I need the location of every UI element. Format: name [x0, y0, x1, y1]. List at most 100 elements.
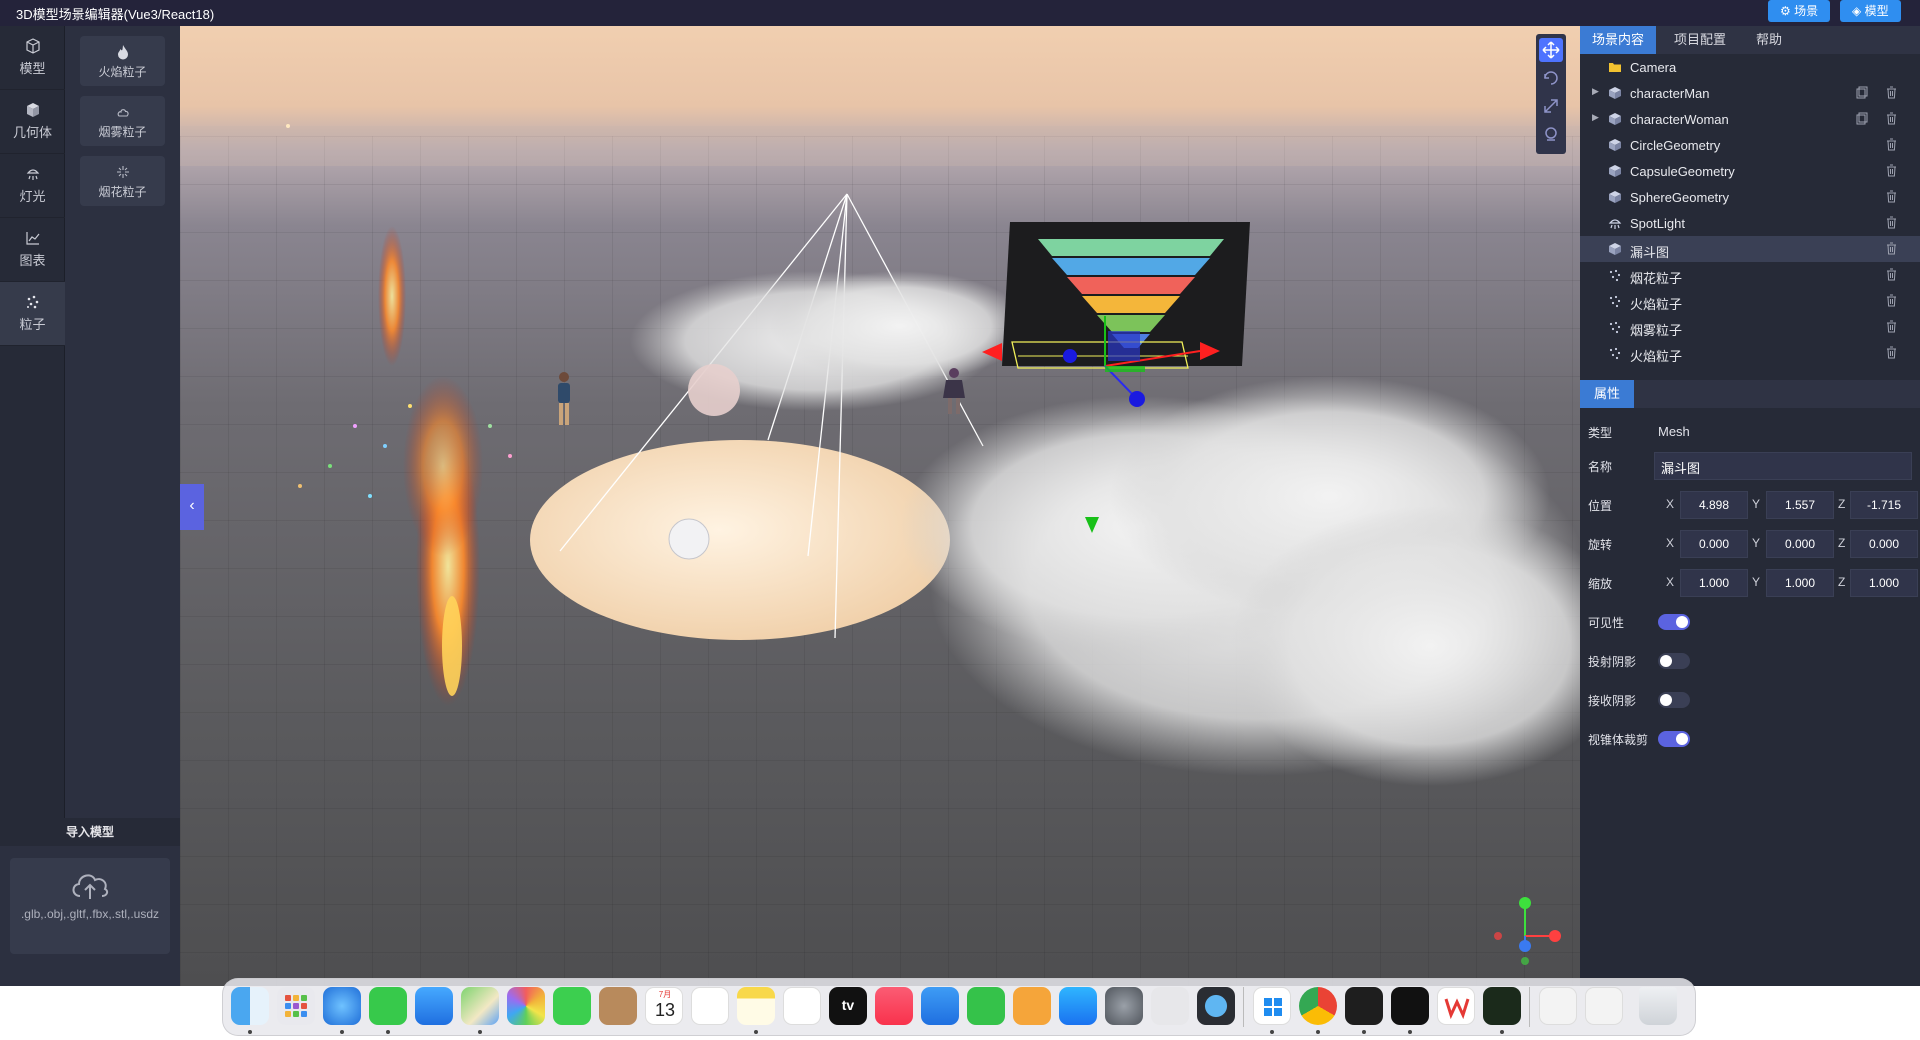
freeform-icon[interactable]	[783, 987, 821, 1025]
expand-arrow-icon[interactable]: ▶	[1592, 86, 1599, 97]
trash-bin-icon[interactable]	[1639, 987, 1677, 1025]
firework-particle-item[interactable]: 烟花粒子	[80, 156, 165, 206]
iphone-mirroring-icon[interactable]	[1151, 987, 1189, 1025]
scale-z-input[interactable]: 1.000	[1850, 569, 1918, 597]
app-store-icon[interactable]	[1059, 987, 1097, 1025]
scale-x-input[interactable]: 1.000	[1680, 569, 1748, 597]
prop-receive-shadow-row: 接收阴影	[1580, 684, 1920, 716]
move-tool-button[interactable]	[1539, 38, 1563, 62]
rotation-x-input[interactable]: 0.000	[1680, 530, 1748, 558]
music-icon[interactable]	[875, 987, 913, 1025]
tree-item-firework-particles[interactable]: 烟花粒子	[1580, 262, 1920, 288]
tree-item-spotlight[interactable]: SpotLight	[1580, 210, 1920, 236]
trash-icon[interactable]	[1886, 112, 1897, 125]
tree-item-flame-particles[interactable]: 火焰粒子	[1580, 288, 1920, 314]
keynote-icon[interactable]	[921, 987, 959, 1025]
reminders-icon[interactable]	[691, 987, 729, 1025]
tab-project-config[interactable]: 项目配置	[1662, 26, 1738, 54]
tab-help[interactable]: 帮助	[1744, 26, 1794, 54]
pages-icon[interactable]	[1013, 987, 1051, 1025]
collapse-left-panel-button[interactable]: ‹	[180, 484, 204, 530]
maps-icon[interactable]	[461, 987, 499, 1025]
trash-icon[interactable]	[1886, 294, 1897, 307]
system-settings-icon[interactable]	[1105, 987, 1143, 1025]
expand-arrow-icon[interactable]: ▶	[1592, 112, 1599, 123]
finder-icon[interactable]	[231, 987, 269, 1025]
trash-icon[interactable]	[1886, 190, 1897, 203]
frustum-culling-toggle[interactable]	[1658, 731, 1690, 747]
contacts-icon[interactable]	[599, 987, 637, 1025]
grid-icon	[285, 995, 307, 1017]
photos-icon[interactable]	[507, 987, 545, 1025]
rotation-y-input[interactable]: 0.000	[1766, 530, 1834, 558]
trash-icon[interactable]	[1886, 164, 1897, 177]
screenshot-icon[interactable]	[1585, 987, 1623, 1025]
scene-button[interactable]: ⚙ 场景	[1768, 0, 1831, 22]
tree-item-camera[interactable]: Camera	[1580, 54, 1920, 80]
numbers-icon[interactable]	[967, 987, 1005, 1025]
nav-item-particles[interactable]: 粒子	[0, 282, 65, 346]
quicktime-icon[interactable]	[1197, 987, 1235, 1025]
copy-icon[interactable]	[1856, 86, 1868, 99]
unity-icon[interactable]	[1391, 987, 1429, 1025]
scale-y-input[interactable]: 1.000	[1766, 569, 1834, 597]
nav-item-chart[interactable]: 图表	[0, 218, 65, 282]
notes-icon[interactable]	[737, 987, 775, 1025]
visible-toggle[interactable]	[1658, 614, 1690, 630]
position-x-input[interactable]: 4.898	[1680, 491, 1748, 519]
transform-toolbar	[1536, 34, 1566, 154]
tree-item-funnel-chart[interactable]: 漏斗图	[1580, 236, 1920, 262]
terminal-icon[interactable]	[1345, 987, 1383, 1025]
reset-tool-button[interactable]	[1539, 122, 1563, 146]
trash-icon[interactable]	[1886, 242, 1897, 255]
tab-scene-content[interactable]: 场景内容	[1580, 26, 1657, 54]
preview-icon[interactable]	[1539, 987, 1577, 1025]
nav-item-model[interactable]: 模型	[0, 26, 65, 90]
copy-icon[interactable]	[1856, 112, 1868, 125]
activity-monitor-icon[interactable]	[1483, 987, 1521, 1025]
tree-item-character-woman[interactable]: ▶ characterWoman	[1580, 106, 1920, 132]
nav-item-geometry[interactable]: 几何体	[0, 90, 65, 154]
smoke-particle-item[interactable]: 烟雾粒子	[80, 96, 165, 146]
axis-y-label: Y	[1752, 575, 1761, 589]
position-z-input[interactable]: -1.715	[1850, 491, 1918, 519]
trash-icon[interactable]	[1886, 268, 1897, 281]
position-y-input[interactable]: 1.557	[1766, 491, 1834, 519]
tv-icon[interactable]: tv	[829, 987, 867, 1025]
trash-icon[interactable]	[1886, 138, 1897, 151]
trash-icon[interactable]	[1886, 320, 1897, 333]
chrome-icon[interactable]	[1299, 987, 1337, 1025]
rotation-z-input[interactable]: 0.000	[1850, 530, 1918, 558]
upload-dropzone[interactable]: .glb,.obj,.gltf,.fbx,.stl,.usdz	[10, 858, 170, 954]
model-button[interactable]: ◈ 模型	[1840, 0, 1901, 22]
scale-tool-button[interactable]	[1539, 94, 1563, 118]
trash-icon[interactable]	[1886, 86, 1897, 99]
name-input[interactable]: 漏斗图	[1654, 452, 1912, 480]
tree-item-circle-geometry[interactable]: CircleGeometry	[1580, 132, 1920, 158]
scene-viewport[interactable]: ‹	[180, 26, 1580, 986]
flame-particle-item[interactable]: 火焰粒子	[80, 36, 165, 86]
axis-z-label: Z	[1838, 536, 1846, 550]
tree-item-capsule-geometry[interactable]: CapsuleGeometry	[1580, 158, 1920, 184]
character-man	[558, 372, 570, 425]
mail-icon[interactable]	[415, 987, 453, 1025]
tree-item-flame-particles-2[interactable]: 火焰粒子	[1580, 340, 1920, 366]
tree-item-smoke-particles[interactable]: 烟雾粒子	[1580, 314, 1920, 340]
calendar-icon[interactable]: 7月 13	[645, 987, 683, 1025]
nav-item-light[interactable]: 灯光	[0, 154, 65, 218]
launchpad-icon[interactable]	[277, 987, 315, 1025]
cast-shadow-toggle[interactable]	[1658, 653, 1690, 669]
trash-icon[interactable]	[1886, 216, 1897, 229]
receive-shadow-toggle[interactable]	[1658, 692, 1690, 708]
trash-icon[interactable]	[1886, 346, 1897, 359]
rotate-tool-button[interactable]	[1539, 66, 1563, 90]
windows-app-icon[interactable]	[1253, 987, 1291, 1025]
particles-icon	[1609, 321, 1621, 334]
tree-item-character-man[interactable]: ▶ characterMan	[1580, 80, 1920, 106]
wps-icon[interactable]	[1437, 987, 1475, 1025]
facetime-icon[interactable]	[553, 987, 591, 1025]
safari-icon[interactable]	[323, 987, 361, 1025]
nav-item-label: 图表	[19, 253, 46, 268]
messages-icon[interactable]	[369, 987, 407, 1025]
tree-item-sphere-geometry[interactable]: SphereGeometry	[1580, 184, 1920, 210]
